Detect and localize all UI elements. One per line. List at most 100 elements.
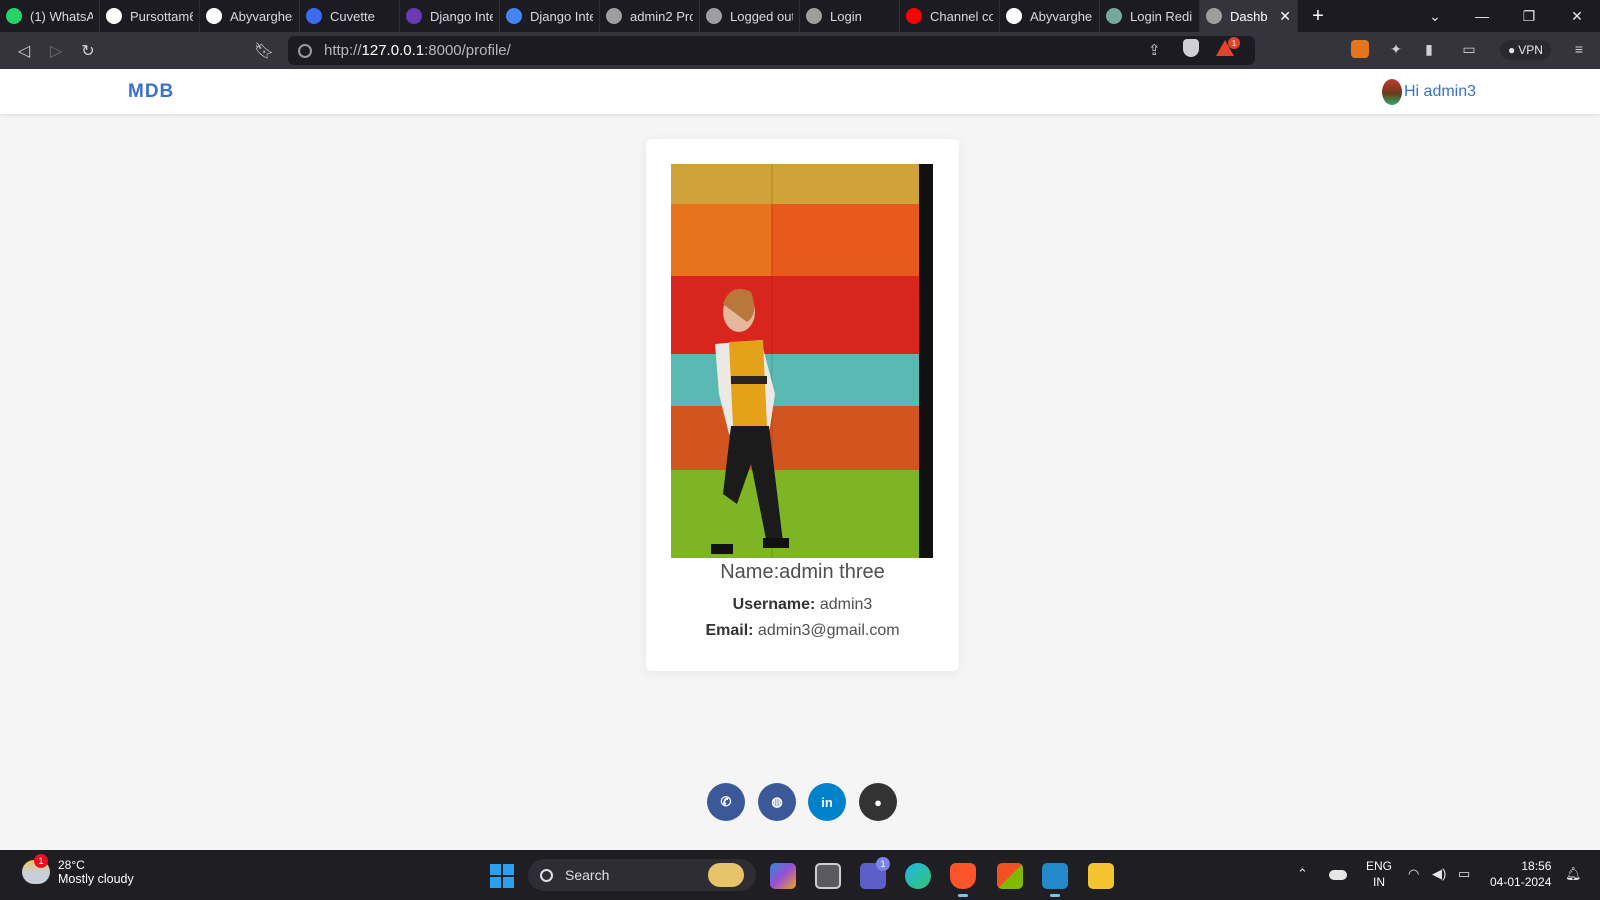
linkedin-icon[interactable]: in: [808, 783, 846, 821]
start-button[interactable]: [490, 864, 514, 888]
youtube-icon: [906, 8, 922, 24]
globe-icon: [706, 8, 722, 24]
github-icon: [106, 8, 122, 24]
vpn-label: VPN: [1518, 43, 1543, 57]
browser-tab[interactable]: Abyvarghes: [200, 0, 300, 32]
browser-tab[interactable]: Django Inte: [400, 0, 500, 32]
username-value: admin3: [819, 596, 873, 613]
email-row: Email: admin3@gmail.com: [646, 622, 959, 640]
language-indicator[interactable]: ENG IN: [1366, 858, 1392, 890]
browser-tab[interactable]: Cuvette: [300, 0, 400, 32]
docs-icon: [506, 8, 522, 24]
github-icon: [1006, 8, 1022, 24]
metamask-icon[interactable]: [1351, 40, 1369, 58]
taskbar-search-label: Search: [565, 867, 610, 883]
menu-icon[interactable]: ≡: [1568, 38, 1590, 60]
taskbar: 1 28°C Mostly cloudy Search 1 ⌃ ENG IN ◠…: [0, 850, 1600, 900]
weather-temperature: 28°C: [58, 858, 85, 872]
phone-icon[interactable]: ✆: [707, 783, 745, 821]
browser-toolbar: ◁ ▷ ↻ 🔖︎ http://127.0.0.1:8000/profile/ …: [0, 32, 1600, 69]
battery-icon[interactable]: ▭: [1458, 866, 1470, 882]
browser-tab-label: Pursottam6: [130, 8, 193, 24]
copilot-icon[interactable]: [770, 863, 796, 889]
share-icon[interactable]: ⇪: [1148, 41, 1161, 59]
user-greeting[interactable]: Hi admin3: [1404, 83, 1476, 101]
email-value: admin3@gmail.com: [757, 622, 900, 639]
search-icon: [540, 868, 553, 882]
browser-tab[interactable]: Logged out: [700, 0, 800, 32]
show-hidden-icons-chevron-icon[interactable]: ⌃: [1297, 866, 1308, 882]
browser-tab-label: Login Redir: [1130, 8, 1193, 24]
weather-widget[interactable]: 1 28°C Mostly cloudy: [22, 854, 134, 886]
avatar[interactable]: [1382, 79, 1402, 105]
minimize-button[interactable]: —: [1459, 0, 1505, 32]
notification-bell-icon[interactable]: 🔔︎: [1565, 866, 1582, 882]
browser-tab-label: Login: [830, 8, 862, 24]
email-label: Email:: [705, 622, 754, 639]
wifi-icon[interactable]: ◠: [1408, 866, 1419, 882]
address-bar[interactable]: http://127.0.0.1:8000/profile/ ⇪ 1: [288, 36, 1255, 65]
task-view-icon[interactable]: [815, 863, 841, 889]
brand-logo[interactable]: MDB: [128, 81, 174, 103]
onedrive-icon[interactable]: [1329, 870, 1347, 880]
browser-tab-label: Django Inte: [530, 8, 593, 24]
taskbar-search[interactable]: Search: [528, 859, 756, 891]
browser-tab-label: Abyvarghes: [230, 8, 293, 24]
browser-tab[interactable]: Login: [800, 0, 900, 32]
forward-button[interactable]: ▷: [40, 35, 72, 67]
store-icon[interactable]: [997, 863, 1023, 889]
browser-tab-label: (1) WhatsAp: [30, 8, 93, 24]
browser-tab[interactable]: Login Redir: [1100, 0, 1200, 32]
edge-icon[interactable]: [905, 863, 931, 889]
close-window-button[interactable]: ✕: [1554, 0, 1600, 32]
browser-tab[interactable]: Abyvarghe: [1000, 0, 1100, 32]
globe-icon: [606, 8, 622, 24]
browser-tab-label: Logged out: [730, 8, 793, 24]
brave-shields-icon[interactable]: [1183, 39, 1199, 57]
browser-tab[interactable]: Channel co: [900, 0, 1000, 32]
site-info-icon[interactable]: [298, 43, 312, 58]
browser-tab-label: Channel co: [930, 8, 993, 24]
github-icon: [206, 8, 222, 24]
language-code: ENG: [1366, 859, 1393, 873]
browser-tab[interactable]: Dashb ✕: [1200, 0, 1298, 32]
vscode-icon[interactable]: [1042, 863, 1068, 897]
clock-time: 18:56: [1521, 859, 1552, 873]
user-menu[interactable]: Hi admin3: [1382, 79, 1476, 105]
globe-icon: [806, 8, 822, 24]
browser-tab-label: Dashb: [1230, 8, 1268, 24]
vpn-button[interactable]: ● VPN: [1500, 40, 1551, 60]
wallet-icon[interactable]: ▭: [1458, 38, 1480, 60]
extensions-icon[interactable]: ✦: [1385, 38, 1407, 60]
profile-card: Name:admin three Username: admin3 Email:…: [646, 139, 959, 671]
tab-list-chevron-icon[interactable]: ⌄: [1412, 0, 1458, 32]
clock-date: 04-01-2024: [1490, 875, 1552, 889]
rewards-badge: 1: [1228, 37, 1240, 49]
bookmark-icon[interactable]: 🔖︎: [248, 35, 280, 67]
brave-icon[interactable]: [950, 863, 976, 897]
file-explorer-icon[interactable]: [1088, 863, 1114, 889]
clock[interactable]: 18:56 04-01-2024: [1490, 858, 1551, 890]
cuvette-icon: [306, 8, 322, 24]
close-tab-icon[interactable]: ✕: [1275, 8, 1291, 25]
url-host: 127.0.0.1: [361, 42, 425, 59]
github-icon[interactable]: ●: [859, 783, 897, 821]
browser-tab-label: Cuvette: [330, 8, 375, 24]
browser-tab[interactable]: (1) WhatsAp: [0, 0, 100, 32]
new-tab-button[interactable]: +: [1298, 0, 1338, 32]
teams-icon[interactable]: 1: [860, 857, 890, 889]
globe-icon[interactable]: ◍: [758, 783, 796, 821]
browser-tab[interactable]: Pursottam6: [100, 0, 200, 32]
browser-tab[interactable]: Django Inte: [500, 0, 600, 32]
back-button[interactable]: ◁: [8, 35, 40, 67]
reload-button[interactable]: ↻: [72, 35, 104, 67]
browser-tab-label: Abyvarghe: [1030, 8, 1093, 24]
volume-icon[interactable]: ◀︎): [1432, 866, 1446, 882]
browser-tab[interactable]: admin2 Pro: [600, 0, 700, 32]
sidebar-icon[interactable]: ▮: [1418, 38, 1440, 60]
weather-condition: Mostly cloudy: [58, 872, 134, 886]
username-row: Username: admin3: [646, 596, 959, 614]
whatsapp-icon: [6, 8, 22, 24]
maximize-button[interactable]: ❐: [1506, 0, 1552, 32]
profile-name: Name:admin three: [720, 561, 885, 583]
